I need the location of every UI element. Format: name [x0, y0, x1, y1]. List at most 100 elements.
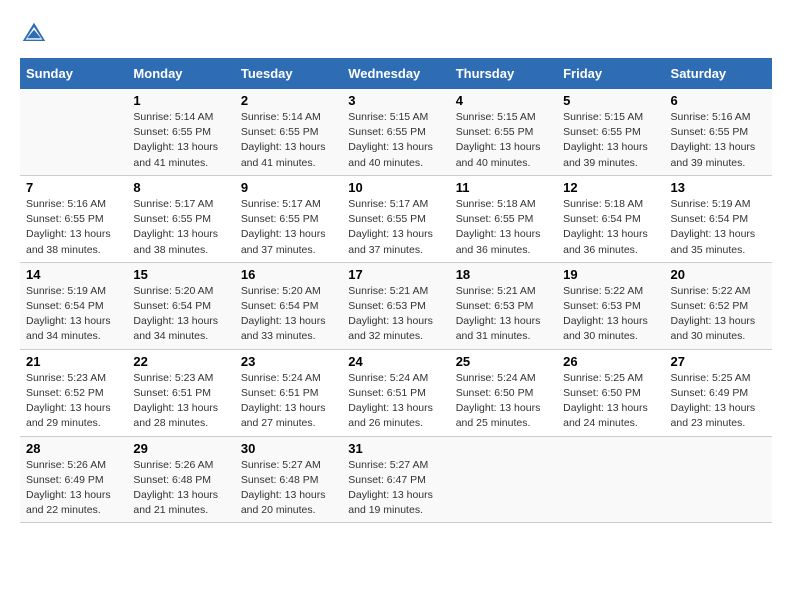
- calendar-week-2: 14 Sunrise: 5:19 AM Sunset: 6:54 PM Dayli…: [20, 262, 772, 349]
- calendar-cell: 15 Sunrise: 5:20 AM Sunset: 6:54 PM Dayli…: [127, 262, 234, 349]
- calendar-cell: 2 Sunrise: 5:14 AM Sunset: 6:55 PM Daylig…: [235, 89, 342, 175]
- calendar-cell: 13 Sunrise: 5:19 AM Sunset: 6:54 PM Dayli…: [665, 175, 772, 262]
- day-number: 26: [563, 354, 658, 369]
- day-number: 3: [348, 93, 443, 108]
- day-number: 1: [133, 93, 228, 108]
- calendar-cell: 14 Sunrise: 5:19 AM Sunset: 6:54 PM Dayli…: [20, 262, 127, 349]
- day-number: 15: [133, 267, 228, 282]
- day-number: 13: [671, 180, 766, 195]
- cell-content: Sunrise: 5:14 AM Sunset: 6:55 PM Dayligh…: [241, 110, 336, 171]
- calendar-cell: 18 Sunrise: 5:21 AM Sunset: 6:53 PM Dayli…: [450, 262, 557, 349]
- cell-content: Sunrise: 5:24 AM Sunset: 6:51 PM Dayligh…: [241, 371, 336, 432]
- cell-content: Sunrise: 5:15 AM Sunset: 6:55 PM Dayligh…: [348, 110, 443, 171]
- day-number: 6: [671, 93, 766, 108]
- day-number: 28: [26, 441, 121, 456]
- calendar-cell: 6 Sunrise: 5:16 AM Sunset: 6:55 PM Daylig…: [665, 89, 772, 175]
- header-cell-wednesday: Wednesday: [342, 58, 449, 89]
- header-cell-tuesday: Tuesday: [235, 58, 342, 89]
- page-header: [20, 20, 772, 48]
- header-cell-thursday: Thursday: [450, 58, 557, 89]
- day-number: 30: [241, 441, 336, 456]
- day-number: 5: [563, 93, 658, 108]
- cell-content: Sunrise: 5:19 AM Sunset: 6:54 PM Dayligh…: [671, 197, 766, 258]
- cell-content: Sunrise: 5:22 AM Sunset: 6:53 PM Dayligh…: [563, 284, 658, 345]
- calendar-cell: 12 Sunrise: 5:18 AM Sunset: 6:54 PM Dayli…: [557, 175, 664, 262]
- day-number: 18: [456, 267, 551, 282]
- calendar-week-3: 21Sunrise: 5:23 AM Sunset: 6:52 PM Dayli…: [20, 349, 772, 436]
- day-number: 20: [671, 267, 766, 282]
- cell-content: Sunrise: 5:17 AM Sunset: 6:55 PM Dayligh…: [133, 197, 228, 258]
- calendar-table: SundayMondayTuesdayWednesdayThursdayFrid…: [20, 58, 772, 523]
- cell-content: Sunrise: 5:16 AM Sunset: 6:55 PM Dayligh…: [671, 110, 766, 171]
- cell-content: Sunrise: 5:26 AM Sunset: 6:49 PM Dayligh…: [26, 458, 121, 519]
- cell-content: Sunrise: 5:25 AM Sunset: 6:49 PM Dayligh…: [671, 371, 766, 432]
- day-number: 27: [671, 354, 766, 369]
- day-number: 8: [133, 180, 228, 195]
- day-number: 4: [456, 93, 551, 108]
- day-number: 9: [241, 180, 336, 195]
- calendar-cell: 27 Sunrise: 5:25 AM Sunset: 6:49 PM Dayli…: [665, 349, 772, 436]
- day-number: 11: [456, 180, 551, 195]
- calendar-cell: [665, 436, 772, 523]
- calendar-cell: 9 Sunrise: 5:17 AM Sunset: 6:55 PM Daylig…: [235, 175, 342, 262]
- cell-content: Sunrise: 5:21 AM Sunset: 6:53 PM Dayligh…: [456, 284, 551, 345]
- calendar-cell: [450, 436, 557, 523]
- day-number: 12: [563, 180, 658, 195]
- logo-icon: [20, 20, 48, 48]
- cell-content: Sunrise: 5:24 AM Sunset: 6:51 PM Dayligh…: [348, 371, 443, 432]
- day-number: 19: [563, 267, 658, 282]
- header-cell-saturday: Saturday: [665, 58, 772, 89]
- cell-content: Sunrise: 5:18 AM Sunset: 6:55 PM Dayligh…: [456, 197, 551, 258]
- cell-content: Sunrise: 5:22 AM Sunset: 6:52 PM Dayligh…: [671, 284, 766, 345]
- calendar-cell: 17 Sunrise: 5:21 AM Sunset: 6:53 PM Dayli…: [342, 262, 449, 349]
- day-number: 16: [241, 267, 336, 282]
- calendar-cell: 3 Sunrise: 5:15 AM Sunset: 6:55 PM Daylig…: [342, 89, 449, 175]
- calendar-cell: 1 Sunrise: 5:14 AM Sunset: 6:55 PM Daylig…: [127, 89, 234, 175]
- cell-content: Sunrise: 5:26 AM Sunset: 6:48 PM Dayligh…: [133, 458, 228, 519]
- day-number: 14: [26, 267, 121, 282]
- calendar-cell: 28 Sunrise: 5:26 AM Sunset: 6:49 PM Dayli…: [20, 436, 127, 523]
- header-cell-sunday: Sunday: [20, 58, 127, 89]
- cell-content: Sunrise: 5:17 AM Sunset: 6:55 PM Dayligh…: [241, 197, 336, 258]
- calendar-week-1: 7 Sunrise: 5:16 AM Sunset: 6:55 PM Daylig…: [20, 175, 772, 262]
- calendar-cell: 16 Sunrise: 5:20 AM Sunset: 6:54 PM Dayli…: [235, 262, 342, 349]
- calendar-cell: 20 Sunrise: 5:22 AM Sunset: 6:52 PM Dayli…: [665, 262, 772, 349]
- cell-content: Sunrise: 5:16 AM Sunset: 6:55 PM Dayligh…: [26, 197, 121, 258]
- cell-content: Sunrise: 5:14 AM Sunset: 6:55 PM Dayligh…: [133, 110, 228, 171]
- day-number: 10: [348, 180, 443, 195]
- calendar-cell: [20, 89, 127, 175]
- calendar-cell: 31 Sunrise: 5:27 AM Sunset: 6:47 PM Dayli…: [342, 436, 449, 523]
- day-number: 17: [348, 267, 443, 282]
- calendar-header-row: SundayMondayTuesdayWednesdayThursdayFrid…: [20, 58, 772, 89]
- cell-content: Sunrise: 5:15 AM Sunset: 6:55 PM Dayligh…: [563, 110, 658, 171]
- calendar-week-4: 28 Sunrise: 5:26 AM Sunset: 6:49 PM Dayli…: [20, 436, 772, 523]
- day-number: 31: [348, 441, 443, 456]
- cell-content: Sunrise: 5:17 AM Sunset: 6:55 PM Dayligh…: [348, 197, 443, 258]
- cell-content: Sunrise: 5:23 AM Sunset: 6:51 PM Dayligh…: [133, 371, 228, 432]
- cell-content: Sunrise: 5:18 AM Sunset: 6:54 PM Dayligh…: [563, 197, 658, 258]
- calendar-cell: 23 Sunrise: 5:24 AM Sunset: 6:51 PM Dayli…: [235, 349, 342, 436]
- calendar-cell: 10 Sunrise: 5:17 AM Sunset: 6:55 PM Dayli…: [342, 175, 449, 262]
- cell-content: Sunrise: 5:20 AM Sunset: 6:54 PM Dayligh…: [133, 284, 228, 345]
- calendar-cell: 21Sunrise: 5:23 AM Sunset: 6:52 PM Dayli…: [20, 349, 127, 436]
- day-number: 2: [241, 93, 336, 108]
- cell-content: Sunrise: 5:20 AM Sunset: 6:54 PM Dayligh…: [241, 284, 336, 345]
- calendar-cell: 22Sunrise: 5:23 AM Sunset: 6:51 PM Dayli…: [127, 349, 234, 436]
- calendar-cell: 11 Sunrise: 5:18 AM Sunset: 6:55 PM Dayli…: [450, 175, 557, 262]
- calendar-cell: 7 Sunrise: 5:16 AM Sunset: 6:55 PM Daylig…: [20, 175, 127, 262]
- cell-content: Sunrise: 5:19 AM Sunset: 6:54 PM Dayligh…: [26, 284, 121, 345]
- cell-content: Sunrise: 5:15 AM Sunset: 6:55 PM Dayligh…: [456, 110, 551, 171]
- logo: [20, 20, 52, 48]
- calendar-cell: 4 Sunrise: 5:15 AM Sunset: 6:55 PM Daylig…: [450, 89, 557, 175]
- calendar-cell: 29Sunrise: 5:26 AM Sunset: 6:48 PM Dayli…: [127, 436, 234, 523]
- day-number: 21: [26, 354, 121, 369]
- calendar-week-0: 1 Sunrise: 5:14 AM Sunset: 6:55 PM Daylig…: [20, 89, 772, 175]
- day-number: 23: [241, 354, 336, 369]
- header-cell-monday: Monday: [127, 58, 234, 89]
- calendar-cell: 30Sunrise: 5:27 AM Sunset: 6:48 PM Dayli…: [235, 436, 342, 523]
- day-number: 7: [26, 180, 121, 195]
- cell-content: Sunrise: 5:21 AM Sunset: 6:53 PM Dayligh…: [348, 284, 443, 345]
- cell-content: Sunrise: 5:27 AM Sunset: 6:47 PM Dayligh…: [348, 458, 443, 519]
- day-number: 25: [456, 354, 551, 369]
- calendar-cell: 5 Sunrise: 5:15 AM Sunset: 6:55 PM Daylig…: [557, 89, 664, 175]
